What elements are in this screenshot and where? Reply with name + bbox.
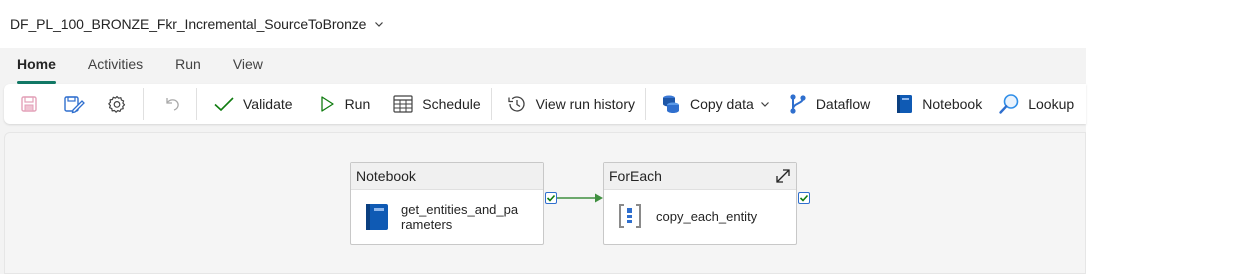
- notebook-icon: [366, 204, 388, 230]
- title-bar: DF_PL_100_BRONZE_Fkr_Incremental_SourceT…: [0, 0, 1086, 48]
- schedule-button[interactable]: Schedule: [386, 88, 486, 120]
- toolbar-divider: [143, 88, 144, 120]
- activity-name: get_entities_and_pa: [401, 202, 519, 217]
- copy-data-label: Copy data: [689, 96, 754, 112]
- view-run-history-label: View run history: [535, 96, 635, 112]
- activity-type-label: ForEach: [604, 163, 796, 190]
- schedule-label: Schedule: [422, 96, 481, 112]
- foreach-activity[interactable]: ForEach copy_each_entity: [603, 162, 797, 245]
- notebook-button[interactable]: Notebook: [888, 88, 988, 120]
- pipeline-canvas[interactable]: Notebook get_entities_and_pa rameters Fo…: [4, 132, 1086, 274]
- lookup-button[interactable]: Lookup: [992, 88, 1080, 120]
- chevron-down-icon[interactable]: [760, 99, 770, 109]
- save-as-button[interactable]: [57, 88, 91, 120]
- tab-run[interactable]: Run: [175, 48, 201, 80]
- chevron-down-icon[interactable]: [374, 19, 384, 29]
- foreach-icon: [619, 204, 641, 228]
- ribbon-tabs: Home Activities Run View: [0, 48, 1086, 84]
- success-output-handle[interactable]: [798, 192, 810, 204]
- dataflow-icon: [790, 94, 806, 114]
- activity-type: ForEach: [609, 168, 662, 184]
- activity-type-label: Notebook: [351, 163, 543, 190]
- lookup-label: Lookup: [1028, 96, 1075, 112]
- settings-button[interactable]: [101, 88, 133, 120]
- success-connector-arrow[interactable]: [557, 192, 605, 204]
- dataflow-button[interactable]: Dataflow: [782, 88, 876, 120]
- magnifier-icon: [999, 94, 1019, 114]
- history-icon: [507, 96, 525, 112]
- toolbar-divider: [490, 88, 492, 120]
- validate-button[interactable]: Validate: [207, 88, 299, 120]
- toolbar-divider: [644, 88, 646, 120]
- notebook-label: Notebook: [922, 96, 983, 112]
- checkmark-icon: [799, 194, 809, 202]
- activity-type: Notebook: [356, 168, 416, 184]
- pipeline-title[interactable]: DF_PL_100_BRONZE_Fkr_Incremental_SourceT…: [10, 16, 366, 32]
- pipeline-editor: DF_PL_100_BRONZE_Fkr_Incremental_SourceT…: [0, 0, 1086, 274]
- checkmark-icon: [214, 97, 234, 112]
- calendar-icon: [393, 95, 413, 113]
- toolbar-divider: [196, 88, 197, 120]
- tab-activities[interactable]: Activities: [88, 48, 143, 80]
- undo-button[interactable]: [156, 88, 188, 120]
- run-button[interactable]: Run: [311, 88, 377, 120]
- copy-data-button[interactable]: Copy data: [654, 88, 776, 120]
- view-run-history-button[interactable]: View run history: [500, 88, 641, 120]
- notebook-icon: [897, 95, 913, 113]
- save-button[interactable]: [13, 88, 45, 120]
- activity-name: rameters: [401, 217, 453, 232]
- play-icon: [320, 96, 334, 112]
- save-as-icon: [64, 96, 85, 114]
- dataflow-label: Dataflow: [815, 96, 871, 112]
- home-toolbar: Validate Run Schedule View run history C…: [4, 84, 1086, 124]
- validate-label: Validate: [243, 96, 293, 112]
- copy-data-icon: [662, 95, 679, 113]
- save-icon: [21, 96, 37, 112]
- tab-view[interactable]: View: [233, 48, 263, 80]
- tab-home[interactable]: Home: [17, 48, 56, 84]
- checkmark-icon: [546, 194, 556, 202]
- undo-icon: [166, 98, 179, 111]
- expand-icon[interactable]: [774, 167, 792, 185]
- notebook-activity[interactable]: Notebook get_entities_and_pa rameters: [350, 162, 544, 245]
- activity-name: copy_each_entity: [656, 208, 758, 224]
- gear-icon: [108, 95, 126, 113]
- run-label: Run: [344, 96, 371, 112]
- success-output-handle[interactable]: [545, 192, 557, 204]
